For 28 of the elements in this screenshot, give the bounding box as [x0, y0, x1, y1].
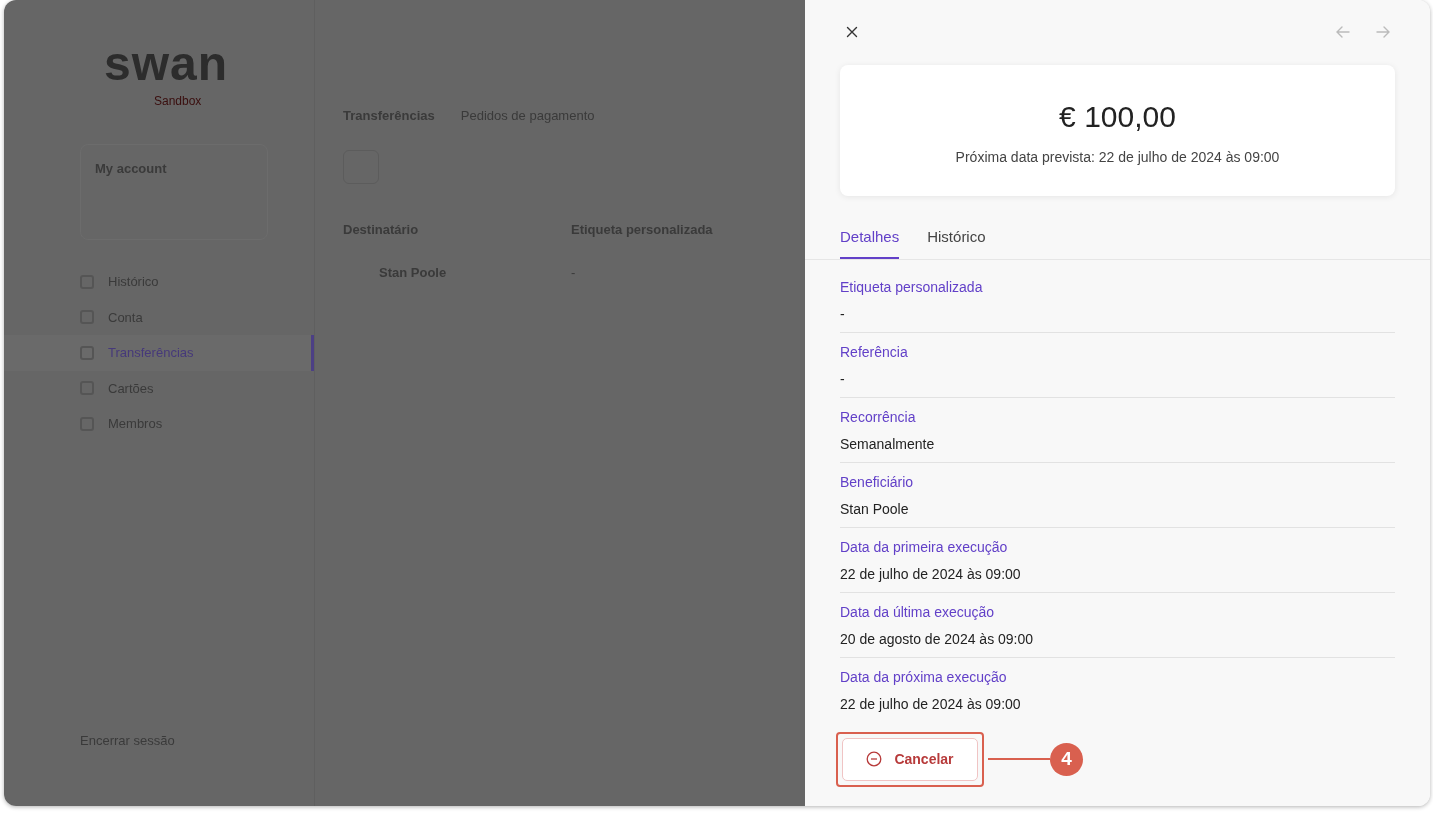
detail-value: -	[840, 304, 846, 324]
detail-value: Stan Poole	[840, 499, 910, 519]
detail-value: 22 de julho de 2024 às 09:00	[840, 694, 1022, 714]
environment-label: Sandbox	[154, 93, 203, 110]
close-icon	[844, 24, 860, 40]
right-arrow-icon	[1375, 24, 1391, 40]
tab[interactable]: Histórico	[927, 226, 986, 259]
detail-label: Etiqueta personalizada	[840, 277, 984, 297]
detail-value: -	[840, 369, 846, 389]
detail-label: Data da próxima execução	[840, 667, 1008, 687]
detail-label: Referência	[840, 342, 909, 362]
logo: swan	[104, 40, 230, 88]
detail-label: Data da primeira execução	[840, 537, 1009, 557]
detail-value: Semanalmente	[840, 434, 936, 454]
next-date: Próxima data prevista: 22 de julho de 2024 às 09:00	[955, 147, 1280, 167]
cancel-button[interactable]: Cancelar	[842, 737, 978, 781]
detail-label: Beneficiário	[840, 472, 915, 492]
detail-label: Recorrência	[840, 407, 917, 427]
leader-line	[988, 758, 1050, 760]
detail-value: 20 de agosto de 2024 às 09:00	[840, 629, 1035, 649]
step-number: 4	[1050, 742, 1083, 776]
amount: € 100,00	[1059, 98, 1176, 135]
tab[interactable]: Detalhes	[840, 226, 900, 259]
left-arrow-icon	[1335, 24, 1351, 40]
table-cell-text: -	[571, 264, 577, 282]
detail-label: Data da última execução	[840, 602, 996, 622]
minus-circle-icon	[866, 751, 883, 767]
detail-value: 22 de julho de 2024 às 09:00	[840, 564, 1022, 584]
